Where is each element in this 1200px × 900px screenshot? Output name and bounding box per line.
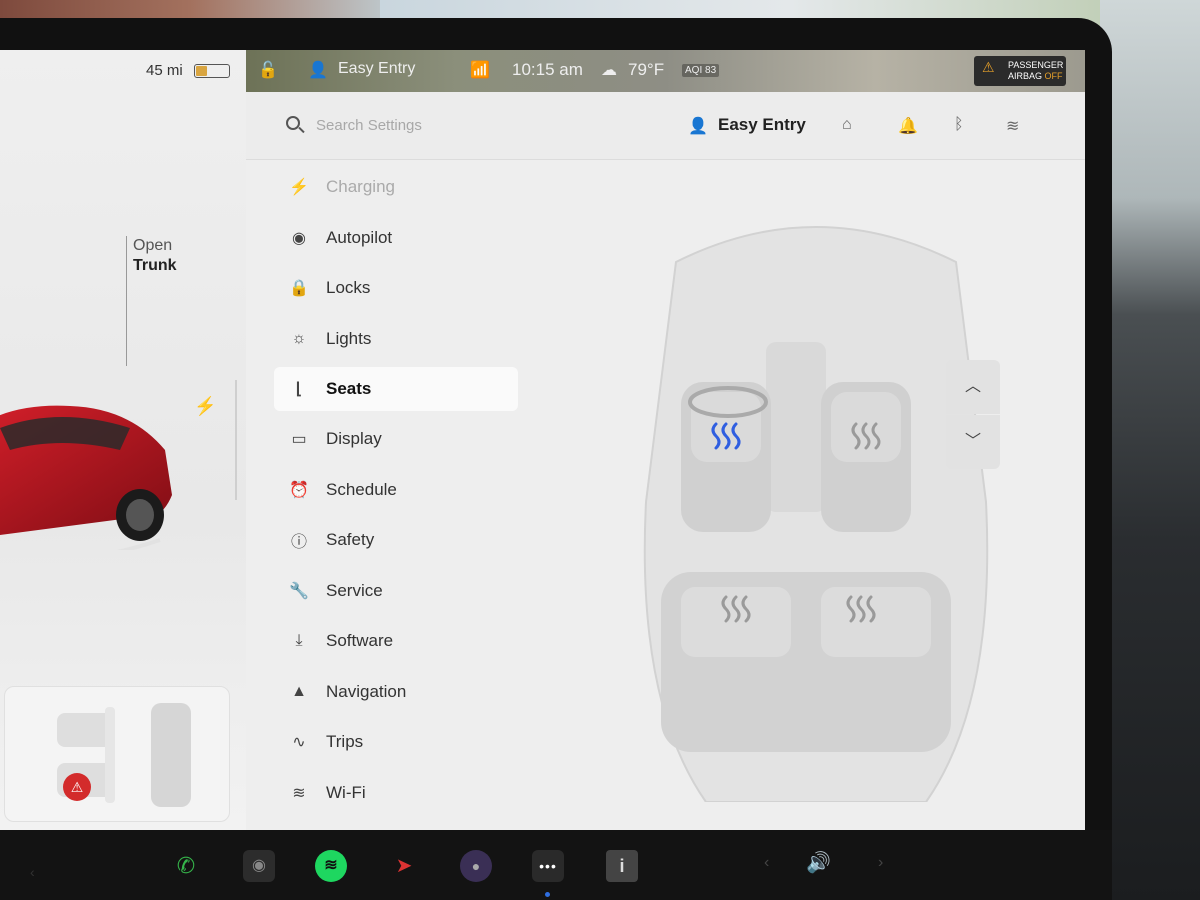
- menu-item-wifi[interactable]: ≋ Wi-Fi: [274, 768, 518, 819]
- seat-heater-diagram: [643, 226, 989, 802]
- menu-item-autopilot[interactable]: ◉ Autopilot: [274, 213, 518, 264]
- settings-panel: 👤 Easy Entry ⌂ 🔔 ᛒ ≋ ⚡ Charging ◉ Autopilo…: [246, 92, 1085, 830]
- more-apps-icon[interactable]: •••: [532, 850, 564, 882]
- menu-label: Locks: [326, 278, 371, 298]
- menu-label: Trips: [326, 732, 364, 752]
- trunk-callout-line: [126, 236, 127, 366]
- active-app-indicator: [545, 892, 550, 897]
- scroll-up-button[interactable]: ︿: [946, 360, 1000, 414]
- driver-profile-name[interactable]: Easy Entry: [338, 60, 415, 78]
- menu-label: Wi-Fi: [326, 782, 366, 802]
- owners-manual-icon[interactable]: i: [606, 850, 638, 882]
- settings-menu: ⚡ Charging ◉ Autopilot 🔒 Locks ☼ Lights ⌊ Sea…: [274, 162, 518, 818]
- volume-icon[interactable]: 🔊: [806, 850, 831, 875]
- open-trunk-label-1: Open: [133, 237, 173, 254]
- menu-label: Display: [326, 429, 382, 449]
- mini-seat-diagram: [57, 703, 191, 807]
- profile-name[interactable]: Easy Entry: [718, 115, 806, 135]
- menu-item-lights[interactable]: ☼ Lights: [274, 314, 518, 365]
- open-trunk-button[interactable]: Open Trunk: [133, 236, 177, 276]
- lock-status-icon[interactable]: 🔓: [258, 60, 278, 80]
- menu-label: Autopilot: [326, 227, 393, 247]
- driver-profile-icon[interactable]: 👤: [308, 60, 328, 80]
- clock: 10:15 am: [512, 60, 583, 79]
- outside-temperature: 79°F: [628, 60, 665, 79]
- battery-icon: [194, 64, 230, 78]
- dock-chevron-left-icon[interactable]: ‹: [30, 864, 35, 880]
- car-panel-scrollbar: [235, 380, 237, 500]
- bolt-icon: ⚡: [289, 179, 309, 197]
- search-settings-input[interactable]: [316, 112, 616, 138]
- seat-icon: ⌊: [295, 381, 303, 398]
- app-dock: ‹ ✆ ◉ ≋ ➤ ● ••• i ‹ 🔊 ›: [0, 830, 1112, 900]
- charge-port-bolt-icon[interactable]: ⚡: [194, 396, 216, 417]
- home-garage-icon[interactable]: ⌂: [842, 116, 852, 134]
- car-3d-model[interactable]: [0, 350, 180, 550]
- menu-item-service[interactable]: 🔧 Service: [274, 566, 518, 617]
- air-quality-index: AQI 83: [682, 64, 720, 77]
- menu-label: Lights: [326, 328, 372, 348]
- menu-label: Safety: [326, 530, 375, 550]
- navigation-icon: ▲: [291, 682, 307, 700]
- range-readout: 45 mi: [146, 62, 183, 79]
- dashcam-icon[interactable]: ●: [460, 850, 492, 882]
- wifi-icon: ≋: [292, 784, 306, 802]
- passenger-seat[interactable]: [821, 382, 911, 532]
- menu-label: Charging: [326, 177, 395, 197]
- open-trunk-label-2: Trunk: [133, 257, 177, 274]
- menu-item-seats[interactable]: ⌊ Seats: [274, 367, 518, 411]
- car-panel: 45 mi Open Trunk ⚡ ⚠: [0, 50, 246, 830]
- menu-item-navigation[interactable]: ▲ Navigation: [274, 667, 518, 718]
- volume-down-chevron-icon[interactable]: ‹: [764, 854, 769, 872]
- light-icon: ☼: [291, 329, 307, 347]
- schedule-icon: ⏰: [289, 481, 309, 499]
- weather-cloud-icon: ☁: [601, 62, 617, 79]
- download-icon: ⤓: [295, 632, 303, 650]
- notification-bell-icon[interactable]: 🔔: [898, 116, 918, 136]
- scroll-down-button[interactable]: ﹀: [946, 415, 1000, 469]
- airbag-state: OFF: [1044, 71, 1063, 81]
- display-icon: ▭: [291, 431, 307, 449]
- navigation-app-icon[interactable]: ➤: [388, 850, 420, 882]
- spotify-icon[interactable]: ≋: [315, 850, 347, 882]
- phone-icon[interactable]: ✆: [170, 850, 202, 882]
- menu-item-schedule[interactable]: ⏰ Schedule: [274, 465, 518, 516]
- mini-seat-map[interactable]: ⚠: [4, 686, 230, 822]
- menu-label: Seats: [326, 379, 372, 398]
- airbag-warning-icon: ⚠: [982, 59, 995, 75]
- touchscreen: 45 mi Open Trunk ⚡ ⚠ 🔓 👤 Easy Entry 📶 10…: [0, 50, 1085, 830]
- menu-label: Navigation: [326, 681, 407, 701]
- background-dashboard: [1100, 0, 1200, 900]
- search-icon[interactable]: [286, 116, 300, 130]
- menu-item-software[interactable]: ⤓ Software: [274, 616, 518, 667]
- profile-icon[interactable]: 👤: [688, 116, 708, 136]
- menu-item-charging[interactable]: ⚡ Charging: [274, 162, 518, 213]
- trips-icon: ∿: [292, 734, 306, 752]
- menu-item-safety[interactable]: ⓘ Safety: [274, 515, 518, 566]
- menu-label: Service: [326, 580, 383, 600]
- volume-up-chevron-icon[interactable]: ›: [878, 854, 883, 872]
- lock-icon: 🔒: [289, 280, 309, 298]
- menu-label: Schedule: [326, 479, 397, 499]
- wifi-status-icon: 📶: [470, 62, 490, 79]
- camera-icon[interactable]: ◉: [243, 850, 275, 882]
- passenger-airbag-badge: ⚠ PASSENGER AIRBAG OFF: [974, 56, 1066, 86]
- safety-icon: ⓘ: [290, 534, 307, 552]
- rear-bench-seat[interactable]: [661, 572, 951, 752]
- menu-item-trips[interactable]: ∿ Trips: [274, 717, 518, 768]
- airbag-line-2: AIRBAG: [1008, 71, 1043, 81]
- bluetooth-icon[interactable]: ᛒ: [954, 116, 964, 134]
- menu-item-locks[interactable]: 🔒 Locks: [274, 263, 518, 314]
- wifi-icon[interactable]: ≋: [1006, 116, 1019, 136]
- settings-top-bar: 👤 Easy Entry ⌂ 🔔 ᛒ ≋: [246, 92, 1085, 160]
- status-bar: 🔓 👤 Easy Entry 📶 10:15 am ☁ 79°F AQI 83 …: [246, 50, 1085, 92]
- passenger-airbag-off-icon: ⚠: [63, 773, 91, 801]
- menu-item-display[interactable]: ▭ Display: [274, 414, 518, 465]
- wrench-icon: 🔧: [289, 582, 309, 600]
- driver-seat[interactable]: [681, 382, 771, 532]
- airbag-line-1: PASSENGER: [1008, 60, 1064, 70]
- steering-wheel-icon: ◉: [292, 229, 306, 247]
- menu-label: Software: [326, 631, 394, 651]
